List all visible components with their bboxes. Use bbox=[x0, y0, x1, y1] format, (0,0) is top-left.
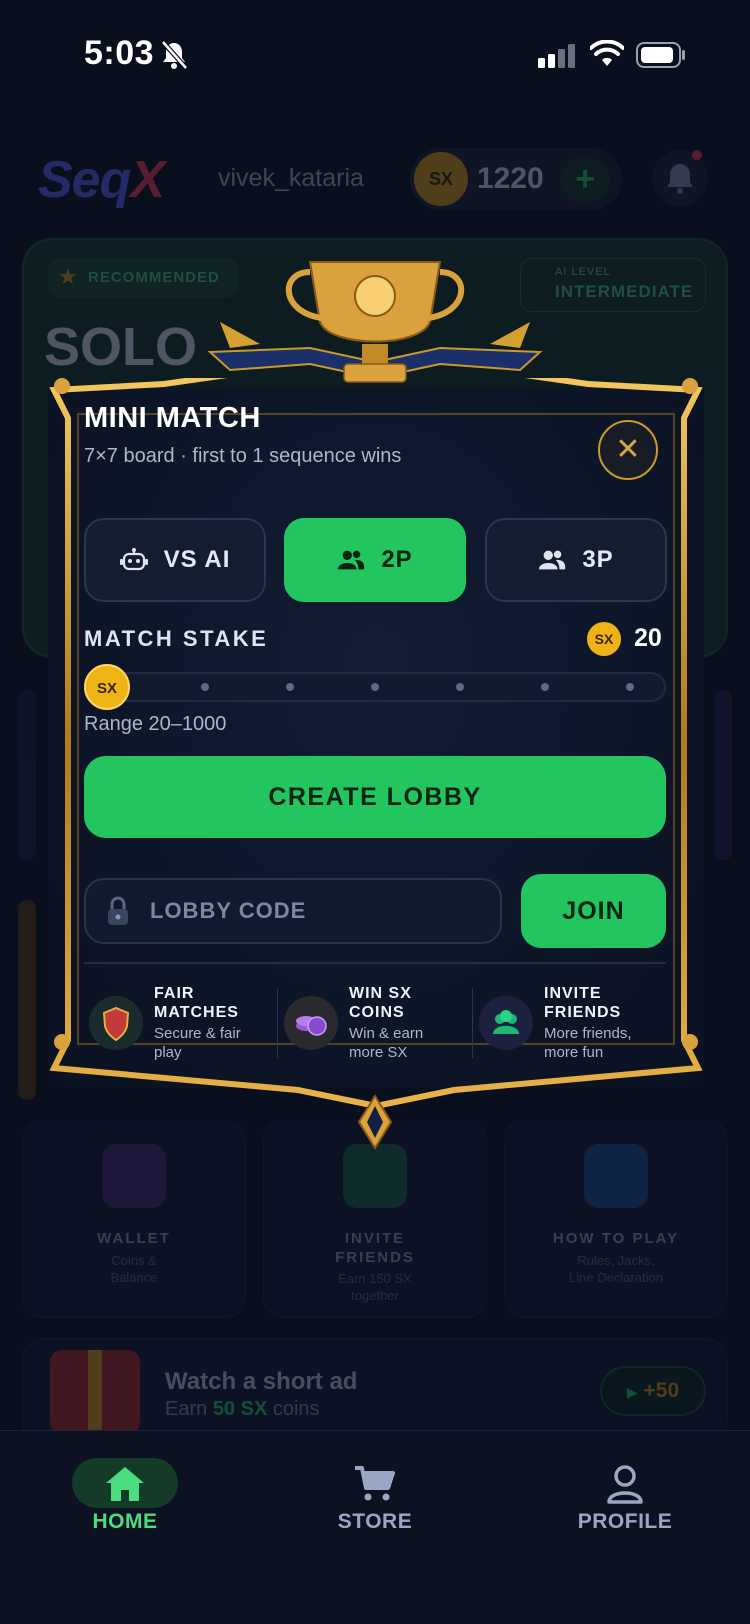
wallet-icon bbox=[102, 1144, 166, 1208]
stake-range-text: Range 20–1000 bbox=[84, 713, 227, 735]
invite-title: FRIENDS bbox=[335, 1249, 415, 1266]
gift-ribbon bbox=[88, 1350, 102, 1434]
sx-coin-icon: SX bbox=[587, 622, 621, 656]
ad-subtitle: Earn 50 SX coins bbox=[165, 1398, 320, 1420]
feature-win-coins-title: COINS bbox=[349, 1004, 405, 1021]
invite-subtitle: Earn 150 SX bbox=[338, 1271, 412, 1286]
wallet-subtitle: Coins & bbox=[111, 1253, 157, 1268]
ai-level-value: INTERMEDIATE bbox=[555, 282, 694, 301]
wallet-title: WALLET bbox=[97, 1230, 171, 1247]
slider-tick bbox=[201, 683, 209, 691]
slider-tick bbox=[626, 683, 634, 691]
user-icon[interactable] bbox=[603, 1464, 647, 1504]
feature-fair-matches-title: FAIR bbox=[154, 985, 195, 1002]
friends-icon bbox=[479, 996, 533, 1050]
divider bbox=[84, 962, 666, 964]
feature-separator bbox=[472, 988, 473, 1058]
coins-icon bbox=[284, 996, 338, 1050]
lock-icon bbox=[108, 896, 128, 925]
slider-tick bbox=[371, 683, 379, 691]
robot-icon bbox=[119, 548, 148, 571]
how-to-play-subtitle: Line Declaration bbox=[569, 1270, 663, 1285]
coin-balance: 1220 bbox=[477, 162, 544, 195]
gem-ornament bbox=[357, 1094, 393, 1150]
solo-title: SOLO bbox=[44, 317, 198, 377]
mode-3p-label: 3P bbox=[582, 546, 614, 573]
mode-vs-ai-label: VS AI bbox=[163, 546, 231, 573]
feature-win-coins-subtitle: more SX bbox=[349, 1044, 408, 1061]
notification-dot bbox=[692, 150, 702, 160]
nav-store[interactable]: STORE bbox=[295, 1510, 455, 1534]
invite-title: INVITE bbox=[344, 1230, 406, 1247]
mode-2p-label: 2P bbox=[381, 546, 413, 573]
users-icon bbox=[539, 550, 566, 570]
invite-icon bbox=[343, 1144, 407, 1208]
how-to-play-subtitle: Rules, Jacks, bbox=[577, 1253, 655, 1268]
lobby-code-placeholder: LOBBY CODE bbox=[150, 898, 307, 923]
brand-logo: SeqX bbox=[38, 151, 165, 209]
feature-invite-friends-title: FRIENDS bbox=[544, 1004, 622, 1021]
feature-win-coins-subtitle: Win & earn bbox=[349, 1025, 424, 1042]
cart-icon[interactable] bbox=[353, 1464, 397, 1504]
ad-title: Watch a short ad bbox=[165, 1368, 358, 1395]
match-stake-label: MATCH STAKE bbox=[84, 626, 269, 651]
stake-slider-thumb[interactable]: SX bbox=[84, 664, 130, 710]
watch-ad-button: ▶ +50 bbox=[600, 1366, 706, 1416]
add-coins-button: + bbox=[560, 158, 610, 202]
star-icon: ★ bbox=[58, 264, 78, 289]
shield-icon bbox=[89, 996, 143, 1050]
ai-level-label: AI LEVEL bbox=[555, 266, 611, 278]
invite-subtitle: together bbox=[351, 1288, 399, 1303]
home-icon[interactable] bbox=[103, 1464, 147, 1504]
match-stake-value: 20 bbox=[634, 624, 662, 652]
close-icon: ✕ bbox=[615, 433, 641, 466]
users-icon bbox=[338, 550, 365, 570]
slider-tick bbox=[456, 683, 464, 691]
wallet-subtitle: Balance bbox=[110, 1270, 158, 1285]
nav-home[interactable]: HOME bbox=[45, 1510, 205, 1534]
slider-tick bbox=[286, 683, 294, 691]
play-icon: ▶ bbox=[626, 1384, 638, 1400]
join-button[interactable]: JOIN bbox=[521, 874, 666, 948]
create-lobby-button[interactable]: CREATE LOBBY bbox=[84, 756, 666, 838]
nav-profile[interactable]: PROFILE bbox=[545, 1510, 705, 1534]
mode-2p-button[interactable]: 2P bbox=[284, 518, 466, 602]
modal-title: MINI MATCH bbox=[84, 402, 261, 434]
feature-fair-matches-subtitle: play bbox=[154, 1044, 182, 1061]
feature-invite-friends-title: INVITE bbox=[544, 985, 602, 1002]
feature-win-coins-title: WIN SX bbox=[349, 985, 412, 1002]
feature-invite-friends-subtitle: more fun bbox=[544, 1044, 604, 1061]
feature-fair-matches-title: MATCHES bbox=[154, 1004, 239, 1021]
feature-fair-matches-subtitle: Secure & fair bbox=[154, 1025, 241, 1042]
trophy-icon bbox=[207, 261, 543, 383]
username: vivek_kataria bbox=[218, 164, 364, 192]
coin-icon: SX bbox=[414, 152, 468, 206]
slider-tick bbox=[541, 683, 549, 691]
feature-invite-friends-subtitle: More friends, bbox=[544, 1025, 632, 1042]
mode-vs-ai-button[interactable]: VS AI bbox=[84, 518, 266, 602]
feature-separator bbox=[277, 988, 278, 1058]
modal-subtitle: 7×7 board · first to 1 sequence wins bbox=[84, 445, 402, 467]
book-icon bbox=[584, 1144, 648, 1208]
mode-3p-button[interactable]: 3P bbox=[485, 518, 667, 602]
close-button[interactable]: ✕ bbox=[598, 420, 658, 480]
how-to-play-title: HOW TO PLAY bbox=[552, 1230, 680, 1247]
